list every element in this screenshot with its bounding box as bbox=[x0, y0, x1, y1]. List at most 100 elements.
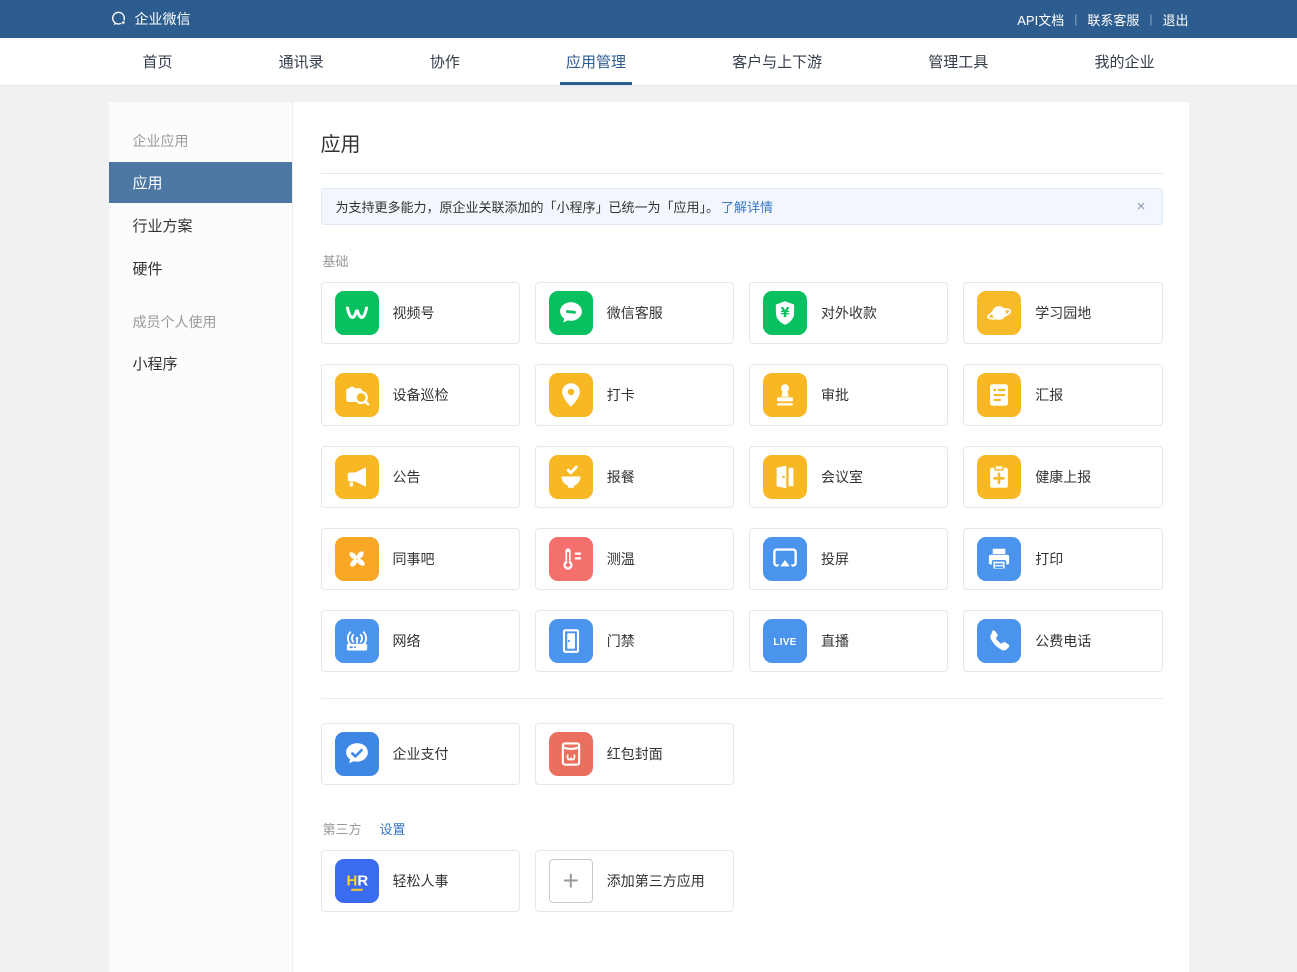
base-app-grid: 视频号 微信客服 ¥对外收款学习园地设备巡检 打卡 审批 汇报公告报餐 会议室 健康上报同事吧… bbox=[321, 282, 1163, 672]
app-card[interactable]: 门禁 bbox=[535, 610, 734, 672]
main-panel: 应用 为支持更多能力，原企业关联添加的「小程序」已统一为「应用」。 了解详情 ×… bbox=[293, 102, 1189, 972]
app-card[interactable]: 汇报 bbox=[963, 364, 1162, 426]
app-card[interactable]: 公费电话 bbox=[963, 610, 1162, 672]
section-label-base: 基础 bbox=[323, 251, 349, 270]
channels-icon bbox=[335, 291, 379, 335]
topbar-link[interactable]: 联系客服 bbox=[1087, 10, 1139, 29]
add-third-party-app-card[interactable]: + 添加第三方应用 bbox=[535, 850, 734, 912]
nav-tab[interactable]: 我的企业 bbox=[1088, 38, 1160, 85]
sidebar-item[interactable]: 行业方案 bbox=[109, 205, 292, 246]
app-name: 同事吧 bbox=[393, 549, 435, 569]
topbar-links: API文档 | 联系客服 | 退出 bbox=[1017, 10, 1188, 29]
nav-tab[interactable]: 应用管理 bbox=[560, 38, 632, 85]
live-icon: LIVE bbox=[763, 619, 807, 663]
app-card[interactable]: 公告 bbox=[321, 446, 520, 508]
app-name: 微信客服 bbox=[607, 303, 663, 323]
svg-text:HR: HR bbox=[346, 872, 368, 889]
app-card[interactable]: 投屏 bbox=[749, 528, 948, 590]
app-name: 网络 bbox=[393, 631, 421, 651]
app-name: 设备巡检 bbox=[393, 385, 449, 405]
app-card[interactable]: 网络 bbox=[321, 610, 520, 672]
extra-app-grid: 企业支付 红包封面 bbox=[321, 723, 1163, 785]
primary-nav: 首页 通讯录 协作 应用管理 客户与上下游 管理工具 我的企业 bbox=[0, 38, 1297, 86]
app-card[interactable]: ¥对外收款 bbox=[749, 282, 948, 344]
pay-bubble-icon bbox=[335, 732, 379, 776]
phone-icon bbox=[977, 619, 1021, 663]
app-name: 健康上报 bbox=[1035, 467, 1091, 487]
app-card[interactable]: 健康上报 bbox=[963, 446, 1162, 508]
service-chat-icon bbox=[549, 291, 593, 335]
nav-tab[interactable]: 首页 bbox=[137, 38, 179, 85]
sidebar-item[interactable]: 应用 bbox=[109, 162, 292, 203]
app-name: 审批 bbox=[821, 385, 849, 405]
app-card[interactable]: 红包封面 bbox=[535, 723, 734, 785]
plus-icon: + bbox=[549, 859, 593, 903]
app-name: 会议室 bbox=[821, 467, 863, 487]
nav-tab[interactable]: 通讯录 bbox=[273, 38, 330, 85]
app-name: 打印 bbox=[1035, 549, 1063, 569]
third-party-section: 第三方 设置 HR 轻松人事 + 添加第三方应用 bbox=[321, 819, 1163, 912]
topbar-link[interactable]: API文档 bbox=[1017, 10, 1064, 29]
nav-tab[interactable]: 客户与上下游 bbox=[726, 38, 828, 85]
third-party-app-grid: HR 轻松人事 + 添加第三方应用 bbox=[321, 850, 1163, 912]
app-card[interactable]: 审批 bbox=[749, 364, 948, 426]
app-name: 红包封面 bbox=[607, 744, 663, 764]
add-third-party-app-label: 添加第三方应用 bbox=[607, 871, 705, 891]
app-name: 直播 bbox=[821, 631, 849, 651]
page-title: 应用 bbox=[321, 128, 1163, 174]
report-doc-icon bbox=[977, 373, 1021, 417]
app-name: 公费电话 bbox=[1035, 631, 1091, 651]
thermometer-icon bbox=[549, 537, 593, 581]
sidebar-group-header: 成员个人使用 bbox=[109, 303, 292, 341]
section-label-third-party: 第三方 bbox=[323, 819, 362, 838]
app-card[interactable]: 测温 bbox=[535, 528, 734, 590]
app-card[interactable]: 微信客服 bbox=[535, 282, 734, 344]
close-icon[interactable]: × bbox=[1135, 199, 1148, 214]
sidebar-item[interactable]: 硬件 bbox=[109, 248, 292, 289]
app-card[interactable]: 学习园地 bbox=[963, 282, 1162, 344]
app-card[interactable]: 企业支付 bbox=[321, 723, 520, 785]
third-party-settings-link[interactable]: 设置 bbox=[380, 819, 406, 838]
divider: | bbox=[1074, 12, 1077, 26]
notice-learn-more-link[interactable]: 了解详情 bbox=[721, 197, 773, 216]
network-router-icon bbox=[335, 619, 379, 663]
nav-tab[interactable]: 管理工具 bbox=[922, 38, 994, 85]
app-card[interactable]: HR 轻松人事 bbox=[321, 850, 520, 912]
app-name: 打卡 bbox=[607, 385, 635, 405]
sidebar-group-header: 企业应用 bbox=[109, 122, 292, 160]
app-card[interactable]: 设备巡检 bbox=[321, 364, 520, 426]
planet-icon bbox=[977, 291, 1021, 335]
wxwork-logo-icon bbox=[109, 9, 129, 29]
notice-banner: 为支持更多能力，原企业关联添加的「小程序」已统一为「应用」。 了解详情 × bbox=[321, 188, 1163, 225]
app-card[interactable]: LIVE 直播 bbox=[749, 610, 948, 672]
app-card[interactable]: 打印 bbox=[963, 528, 1162, 590]
health-clipboard-icon bbox=[977, 455, 1021, 499]
door-access-icon bbox=[549, 619, 593, 663]
app-card[interactable]: 会议室 bbox=[749, 446, 948, 508]
app-name: 投屏 bbox=[821, 549, 849, 569]
brand-name: 企业微信 bbox=[135, 9, 191, 29]
approval-stamp-icon bbox=[763, 373, 807, 417]
sidebar-group: 成员个人使用小程序 bbox=[109, 303, 292, 384]
nav-tab[interactable]: 协作 bbox=[424, 38, 466, 85]
topbar-link[interactable]: 退出 bbox=[1162, 10, 1188, 29]
app-card[interactable]: 视频号 bbox=[321, 282, 520, 344]
group-divider bbox=[321, 698, 1163, 699]
checkin-pin-icon bbox=[549, 373, 593, 417]
divider: | bbox=[1149, 12, 1152, 26]
svg-text:LIVE: LIVE bbox=[773, 637, 796, 648]
sidebar-item[interactable]: 小程序 bbox=[109, 343, 292, 384]
app-name: 轻松人事 bbox=[393, 871, 449, 891]
notice-text: 为支持更多能力，原企业关联添加的「小程序」已统一为「应用」。 bbox=[336, 197, 720, 216]
app-card[interactable]: 报餐 bbox=[535, 446, 734, 508]
redpacket-icon bbox=[549, 732, 593, 776]
sidebar-group: 企业应用应用行业方案硬件 bbox=[109, 122, 292, 289]
app-name: 测温 bbox=[607, 549, 635, 569]
app-name: 企业支付 bbox=[393, 744, 449, 764]
hr-logo-icon: HR bbox=[335, 859, 379, 903]
app-card[interactable]: 同事吧 bbox=[321, 528, 520, 590]
inspection-icon bbox=[335, 373, 379, 417]
app-card[interactable]: 打卡 bbox=[535, 364, 734, 426]
meal-bowl-icon bbox=[549, 455, 593, 499]
cast-screen-icon bbox=[763, 537, 807, 581]
